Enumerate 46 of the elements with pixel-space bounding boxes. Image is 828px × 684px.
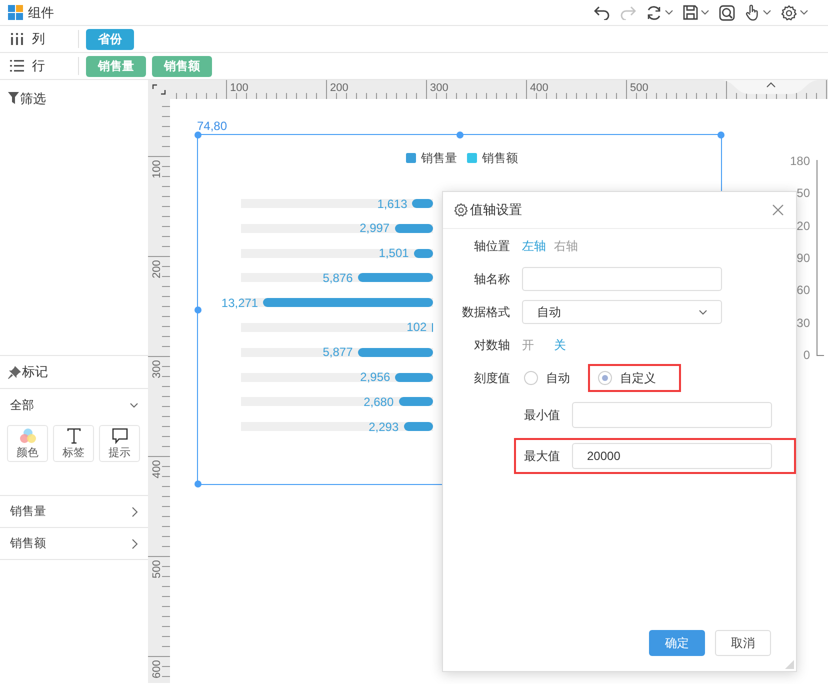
field-label: 最大值 xyxy=(523,448,560,464)
data-label: 2,680 xyxy=(364,394,394,409)
field-label: 对数轴 xyxy=(473,336,510,354)
field-label: 轴名称 xyxy=(473,270,510,288)
axis-label: 180 xyxy=(790,154,810,168)
field-label: 最小值 xyxy=(523,406,560,424)
data-label: 5,877 xyxy=(322,345,353,360)
ruler-label: 400 xyxy=(151,460,163,478)
data-label: 2,293 xyxy=(368,420,399,434)
ruler-label: 400 xyxy=(530,82,548,94)
ruler-label: 200 xyxy=(330,82,348,94)
radio-label: 自动 xyxy=(546,370,570,386)
ruler-label: 500 xyxy=(630,82,648,94)
shelf-label: 行 xyxy=(32,57,45,75)
legend-label: 销售量 xyxy=(421,150,457,166)
data-label: 13,271 xyxy=(221,296,258,310)
ruler-label: 100 xyxy=(151,160,163,178)
data-label: 102 xyxy=(406,320,427,334)
axis-label: 60 xyxy=(796,283,810,298)
axis-label: 0 xyxy=(803,348,810,362)
field-label: 数据格式 xyxy=(461,304,510,320)
ruler-label: 200 xyxy=(151,260,163,278)
ruler-label: 300 xyxy=(430,82,448,94)
axis-label: 90 xyxy=(796,250,810,265)
field-label: 轴位置 xyxy=(473,238,510,254)
radio-label: 自定义 xyxy=(620,370,656,386)
ruler-label: 600 xyxy=(151,660,163,678)
ruler-label: 100 xyxy=(230,82,248,94)
axis-label: 20 xyxy=(796,218,810,233)
data-label: 2,997 xyxy=(360,221,390,236)
panel-title: 组件 xyxy=(28,4,54,22)
field-label: 刻度值 xyxy=(473,370,510,386)
data-label: 5,876 xyxy=(322,270,353,285)
filter-title: 筛选 xyxy=(20,90,46,108)
data-label: 2,956 xyxy=(360,370,390,384)
dialog-title: 值轴设置 xyxy=(470,201,522,219)
marks-title: 标记 xyxy=(22,363,48,381)
legend-label: 销售额 xyxy=(482,150,518,166)
axis-label: 50 xyxy=(796,186,810,200)
data-label: 1,613 xyxy=(377,196,408,210)
ruler-label: 300 xyxy=(151,360,163,378)
ruler-label: 500 xyxy=(151,560,163,578)
axis-label: 30 xyxy=(796,316,810,330)
data-label: 1,501 xyxy=(378,246,409,260)
position-label: 74,80 xyxy=(197,119,228,133)
shelf-label: 列 xyxy=(32,30,45,48)
